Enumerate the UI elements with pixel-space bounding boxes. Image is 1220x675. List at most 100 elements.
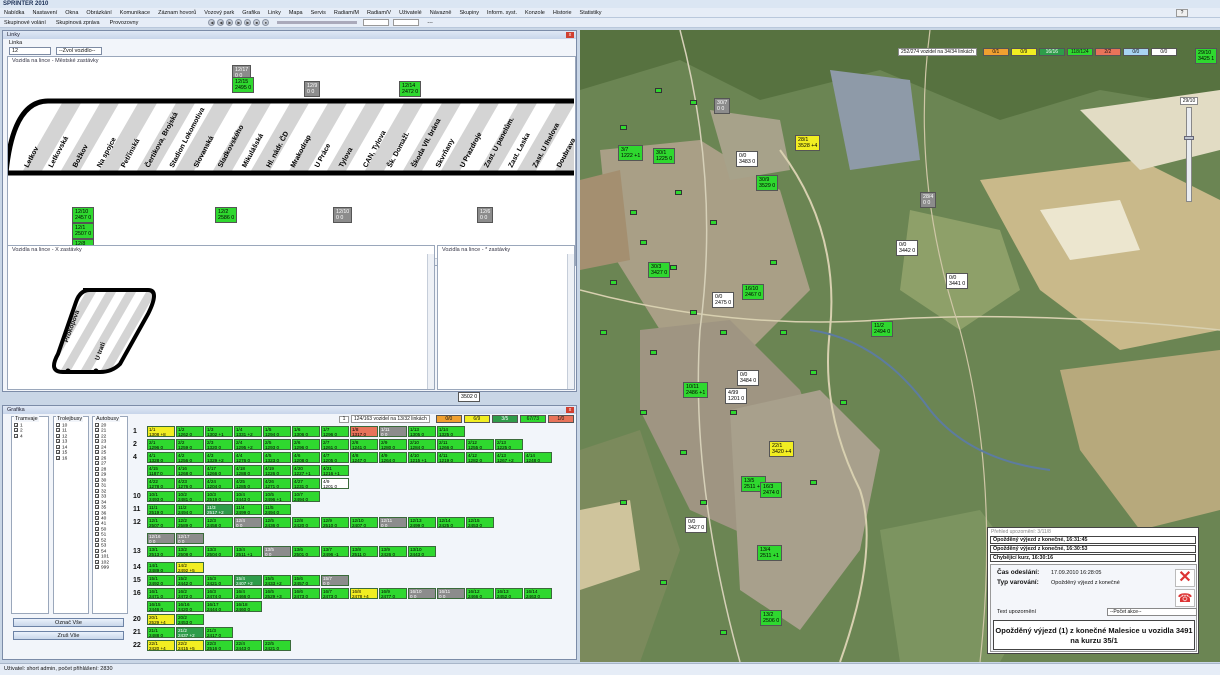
checkbox-icon[interactable]: ✓ (95, 494, 99, 499)
map-vehicle-marker[interactable]: 16/10 2467 0 (742, 284, 765, 300)
vehicle-select[interactable]: --Zvol vozidlo-- (56, 47, 102, 55)
star-stops-vscroll[interactable] (567, 254, 574, 389)
warning-item[interactable]: Opožděný výjezd z konečné, 16:30:53 (990, 545, 1196, 553)
map-vehicle-marker[interactable]: 28/1 3528 +4 (795, 135, 821, 151)
checkbox-icon[interactable]: ✓ (56, 455, 60, 460)
checkbox-icon[interactable]: ✓ (95, 477, 99, 482)
map-vehicle-marker[interactable]: 16/3 2474 0 (760, 482, 783, 498)
map-vehicle-marker[interactable]: 0/0 2475 0 (712, 292, 735, 308)
schedule-cell[interactable]: 4/21 1216 +1 (321, 465, 349, 476)
schedule-cell[interactable]: 14/2 2492 +5 (176, 562, 204, 573)
x-stops-vscroll[interactable] (427, 254, 434, 389)
schedule-cell[interactable]: 12/11 0 0 (379, 517, 407, 528)
line-select[interactable]: 12 (9, 47, 51, 55)
vehicle-marker[interactable]: 12/9 0 0 (304, 81, 321, 97)
stop-marker[interactable] (71, 170, 77, 176)
schedule-cell[interactable]: 11/5 2494 0 (263, 504, 291, 515)
schedule-cell[interactable]: 13/2 2508 0 (176, 546, 204, 557)
checkbox-icon[interactable]: ✓ (95, 554, 99, 559)
stop-marker[interactable] (265, 170, 271, 176)
menu-item[interactable]: Statistiky (580, 10, 602, 16)
map-vehicle-marker[interactable]: 4/99 1201 0 (725, 388, 748, 404)
schedule-cell[interactable]: 11/3 2517 +2 (205, 504, 233, 515)
vehicle-marker[interactable]: 12/2 2586 0 (215, 207, 238, 223)
checkbox-icon[interactable]: ✓ (56, 423, 60, 428)
schedule-cell[interactable]: 4/25 1285 0 (234, 478, 262, 489)
stop-marker[interactable] (120, 170, 126, 176)
stop-marker[interactable] (47, 170, 53, 176)
schedule-cell[interactable]: 20/1 2529 +4 (147, 614, 175, 625)
checkbox-icon[interactable]: ✓ (95, 450, 99, 455)
stop-marker[interactable] (700, 500, 707, 505)
menu-item[interactable]: Linky (268, 10, 281, 16)
schedule-cell[interactable]: 1/5 1294 0 (263, 426, 291, 437)
schedule-cell[interactable]: 4/3 1329 +2 (205, 452, 233, 463)
schedule-cell[interactable]: 16/11 0 0 (437, 588, 465, 599)
schedule-cell[interactable]: 13/1 2513 0 (147, 546, 175, 557)
line-checkbox[interactable]: ✓ 4 (14, 433, 23, 439)
schedule-cell[interactable]: 4/17 1266 0 (205, 465, 233, 476)
stop-marker[interactable] (362, 170, 368, 176)
vehicle-marker[interactable]: 12/1 2507 0 (72, 223, 95, 239)
menu-item[interactable]: Servis (311, 10, 326, 16)
stop-marker[interactable] (810, 370, 817, 375)
schedule-cell[interactable]: 4/18 1288 0 (234, 465, 262, 476)
menu-item[interactable]: Záznam hovorů (158, 10, 196, 16)
schedule-cell[interactable]: 13/5 0 0 (263, 546, 291, 557)
schedule-cell[interactable]: 1/11 0 0 (379, 426, 407, 437)
checkbox-icon[interactable]: ✓ (95, 483, 99, 488)
schedule-cell[interactable]: 13/8 2511 0 (350, 546, 378, 557)
map-vehicle-marker[interactable]: 22/1 3420 +4 (769, 441, 795, 457)
schedule-cell[interactable]: 16/12 2466 0 (466, 588, 494, 599)
schedule-cell[interactable]: 2/6 1296 0 (292, 439, 320, 450)
schedule-cell[interactable]: 22/4 2443 0 (234, 640, 262, 651)
floating-vehicle-label[interactable]: 3502 0 (458, 392, 481, 402)
menu-item[interactable]: Uživatelé (399, 10, 422, 16)
schedule-cell[interactable]: 12/15 2453 0 (466, 517, 494, 528)
menu-item[interactable]: Grafika (242, 10, 260, 16)
vehicle-marker[interactable]: 12/10 2457 0 (72, 207, 95, 223)
schedule-cell[interactable]: 16/9 2477 0 (379, 588, 407, 599)
stop-marker[interactable] (610, 280, 617, 285)
map-zoom[interactable]: 29/10 (1180, 97, 1198, 205)
vehicle-marker[interactable]: 12/6 0 0 (477, 207, 494, 223)
stop-marker[interactable] (338, 170, 344, 176)
menu-item[interactable]: Inform. syst. (487, 10, 517, 16)
checkbox-icon[interactable]: ✓ (56, 444, 60, 449)
schedule-cell[interactable]: 4/23 1276 0 (176, 478, 204, 489)
stop-marker[interactable] (670, 265, 677, 270)
schedule-cell[interactable]: 16/3 2474 0 (205, 588, 233, 599)
menu-item[interactable]: Konzole (525, 10, 545, 16)
checkbox-icon[interactable]: ✓ (14, 428, 18, 433)
schedule-cell[interactable]: 16/17 2444 0 (205, 601, 233, 612)
map-vehicle-marker[interactable]: 30/9 3529 0 (756, 175, 779, 191)
schedule-cell[interactable]: 10/3 2519 0 (205, 491, 233, 502)
warning-item[interactable]: Opožděný výjezd z konečné, 16:31:45 (990, 536, 1196, 544)
schedule-cell[interactable]: 13/9 2426 0 (379, 546, 407, 557)
schedule-cell[interactable]: 4/26 1271 0 (263, 478, 291, 489)
vehicle-marker[interactable]: 12/15 2495 0 (232, 77, 255, 93)
stop-marker[interactable] (720, 330, 727, 335)
zoom-thumb[interactable] (1184, 136, 1194, 140)
help-button[interactable]: ? (1176, 9, 1188, 17)
next-icon[interactable]: ▶ (235, 19, 243, 26)
schedule-cell[interactable]: 4/27 1231 0 (292, 478, 320, 489)
schedule-cell[interactable]: 21/3 2417 0 (205, 627, 233, 638)
record-icon[interactable]: ● (262, 19, 270, 26)
checkbox-icon[interactable]: ✓ (95, 461, 99, 466)
schedule-cell[interactable]: 13/6 2501 0 (292, 546, 320, 557)
schedule-cell[interactable]: 1/2 1262 0 (176, 426, 204, 437)
map-vehicle-marker[interactable]: 28/4 0 0 (920, 192, 937, 208)
schedule-cell[interactable]: 12/1 2507 0 (147, 517, 175, 528)
schedule-cell[interactable]: 15/1 2492 0 (147, 575, 175, 586)
schedule-cell[interactable]: 11/1 2519 0 (147, 504, 175, 515)
schedule-cell[interactable]: 11/4 2499 0 (234, 504, 262, 515)
map-vehicle-marker[interactable]: 0/0 3442 0 (896, 240, 919, 256)
checkbox-icon[interactable]: ✓ (95, 505, 99, 510)
menu-item[interactable]: Mapa (289, 10, 303, 16)
schedule-cell[interactable]: 16/18 2460 0 (234, 601, 262, 612)
schedule-cell[interactable]: 16/14 2463 0 (524, 588, 552, 599)
schedule-cell[interactable]: 12/9 2510 0 (321, 517, 349, 528)
schedule-cell[interactable]: 12/13 2499 0 (408, 517, 436, 528)
stop-marker[interactable] (620, 125, 627, 130)
